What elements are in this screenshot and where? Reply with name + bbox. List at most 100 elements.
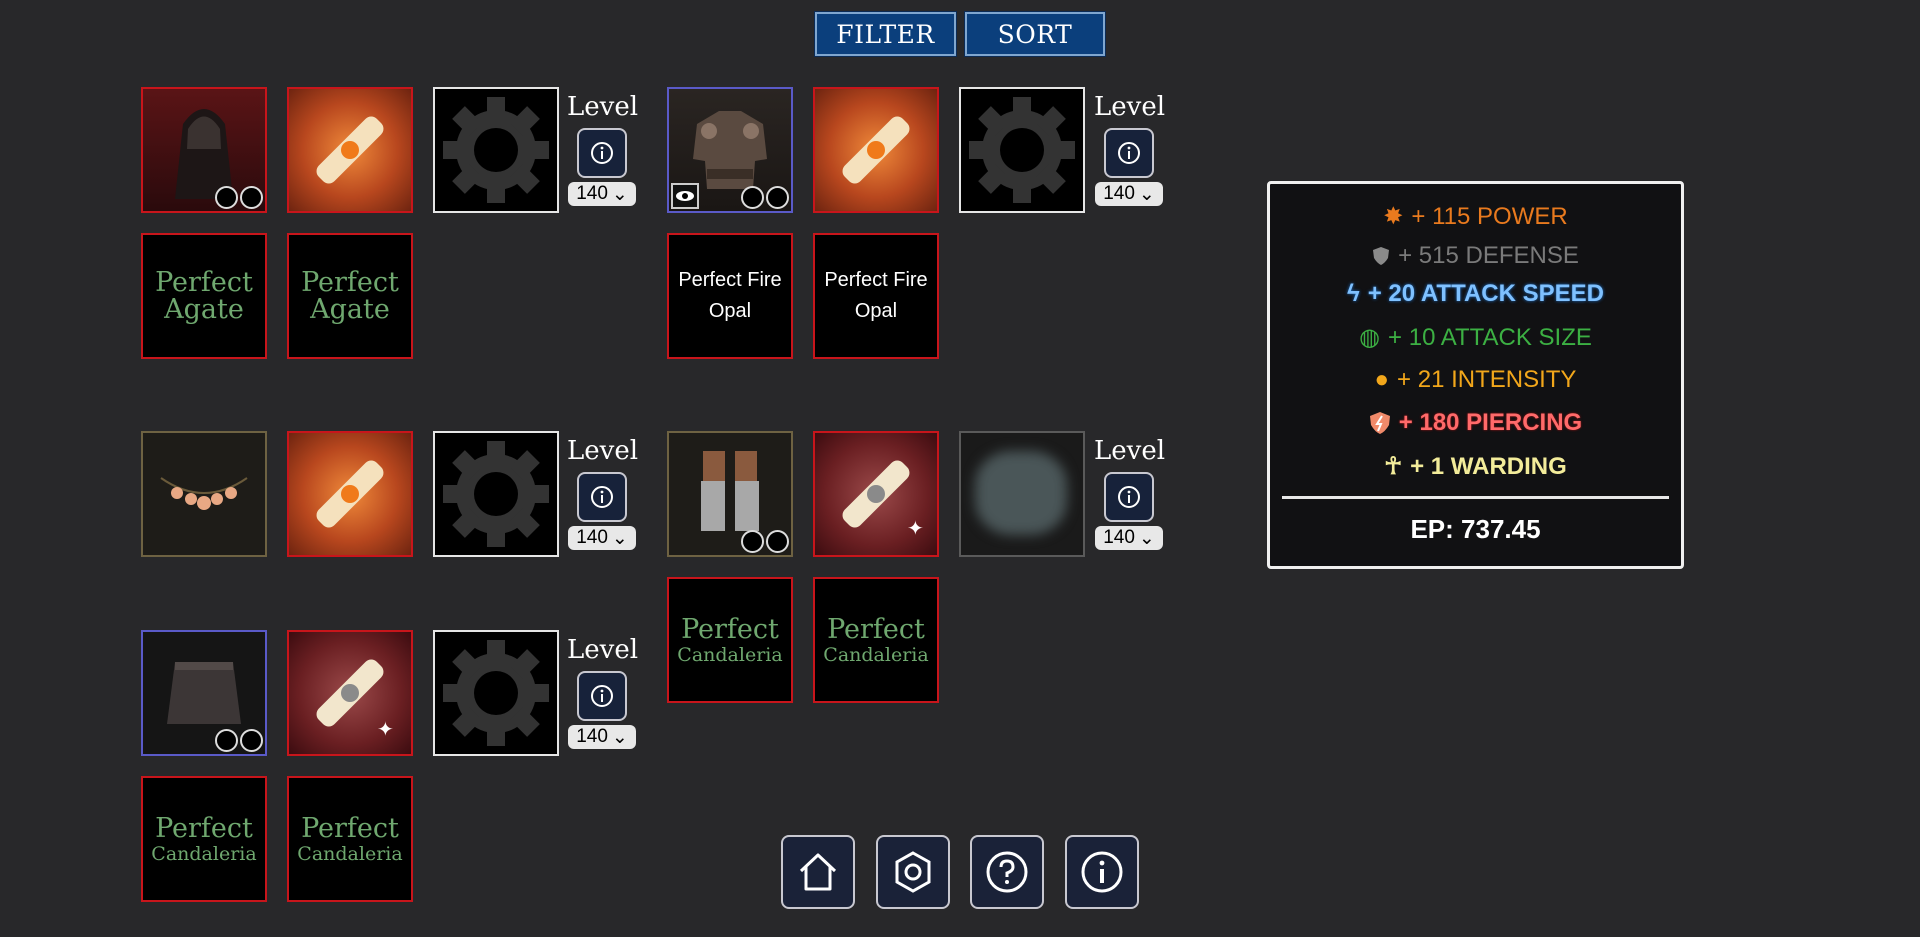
intensity-fist-icon: ●	[1374, 366, 1390, 393]
gem-quality: Perfect	[301, 267, 399, 298]
pants-item-slot[interactable]	[141, 630, 267, 756]
level-select[interactable]: 140 ⌄	[568, 526, 636, 550]
level-select[interactable]: 140 ⌄	[1095, 526, 1163, 550]
info-icon	[1118, 486, 1140, 508]
power-star-icon: ✸	[1383, 203, 1404, 230]
gear-icon	[969, 97, 1075, 203]
level-control: Level 140 ⌄	[1094, 92, 1166, 206]
level-info-button[interactable]	[1104, 128, 1154, 178]
stat-attack-speed: ϟ + 20 ATTACK SPEED	[1270, 280, 1681, 308]
level-control: Level 140 ⌄	[1094, 436, 1166, 550]
svg-text:✦: ✦	[907, 518, 924, 540]
gear-icon	[443, 640, 549, 746]
level-control: Level 140 ⌄	[567, 436, 638, 550]
gem-slot-candaleria[interactable]: Perfect Candaleria	[667, 577, 793, 703]
ep-total: EP: 737.45	[1410, 514, 1541, 544]
blurred-item-slot[interactable]	[959, 431, 1085, 557]
level-info-button[interactable]	[1104, 472, 1154, 522]
gear-slot[interactable]	[433, 630, 559, 756]
gem-slot-fire-opal[interactable]: Perfect Fire Opal	[667, 233, 793, 359]
level-control: Level 140 ⌄	[567, 92, 638, 206]
sort-button[interactable]: SORT	[964, 11, 1106, 57]
stat-warding: ☥ + 1 WARDING	[1270, 452, 1681, 481]
enchant-scroll-slot[interactable]	[813, 87, 939, 213]
gear-icon	[443, 441, 549, 547]
svg-text:✦: ✦	[377, 719, 394, 741]
preview-eye-icon[interactable]	[671, 183, 699, 209]
level-select[interactable]: 140 ⌄	[568, 182, 636, 206]
boots-item-slot[interactable]	[667, 431, 793, 557]
stats-divider	[1282, 496, 1669, 499]
planet-icon: ◍	[1359, 324, 1381, 351]
info-icon	[591, 486, 613, 508]
level-select-value: 140	[576, 527, 608, 548]
stat-defense-value: + 515 DEFENSE	[1398, 242, 1579, 269]
stat-defense: + 515 DEFENSE	[1270, 242, 1681, 270]
scroll-icon: ✦	[316, 659, 394, 741]
gem-quality: Perfect	[301, 812, 399, 844]
necklace-item-slot[interactable]	[141, 431, 267, 557]
level-label: Level	[567, 635, 639, 665]
enchant-scroll-slot[interactable]	[287, 87, 413, 213]
gem-name: Candaleria	[823, 643, 929, 666]
gear-slot[interactable]	[433, 87, 559, 213]
enchant-scroll-slot[interactable]: ✦	[813, 431, 939, 557]
level-info-button[interactable]	[577, 128, 627, 178]
gem-name: Perfect Fire Opal	[824, 269, 928, 322]
gem-quality: Perfect	[827, 613, 925, 645]
gem-slot-agate[interactable]: Perfect Agate	[287, 233, 413, 359]
stat-attack-size-value: + 10 ATTACK SIZE	[1388, 323, 1592, 351]
ankh-icon: ☥	[1384, 453, 1403, 480]
gem-name: Candaleria	[151, 842, 257, 865]
gem-slot-fire-opal[interactable]: Perfect Fire Opal	[813, 233, 939, 359]
chest-armor-item-slot[interactable]	[667, 87, 793, 213]
chevron-down-icon: ⌄	[1138, 527, 1155, 549]
home-button[interactable]	[781, 835, 855, 909]
settings-button[interactable]	[876, 835, 950, 909]
piercing-shield-icon	[1369, 412, 1390, 434]
blurred-item-icon	[975, 451, 1067, 535]
gem-name: Agate	[164, 294, 244, 325]
stat-power-value: + 115 POWER	[1411, 202, 1568, 230]
gem-slot-agate[interactable]: Perfect Agate	[141, 233, 267, 359]
filter-button[interactable]: FILTER	[814, 11, 957, 57]
stat-warding-value: + 1 WARDING	[1410, 452, 1567, 480]
settings-hexagon-icon	[895, 851, 931, 893]
stat-piercing: + 180 PIERCING	[1270, 409, 1681, 437]
gem-quality: Perfect	[681, 613, 779, 645]
gem-quality: Perfect	[155, 812, 253, 844]
enchant-scroll-slot[interactable]	[287, 431, 413, 557]
socket-indicators	[741, 186, 789, 209]
info-icon	[591, 142, 613, 164]
gear-icon	[443, 97, 549, 203]
scroll-icon: ✦	[842, 460, 924, 540]
gear-slot[interactable]	[959, 87, 1085, 213]
enchant-scroll-slot[interactable]: ✦	[287, 630, 413, 756]
level-label: Level	[1094, 436, 1166, 466]
help-button[interactable]	[970, 835, 1044, 909]
stat-attack-size: ◍ + 10 ATTACK SIZE	[1270, 323, 1681, 352]
shield-icon	[1373, 247, 1390, 265]
gear-slot[interactable]	[433, 431, 559, 557]
chevron-down-icon: ⌄	[611, 183, 628, 205]
chevron-down-icon: ⌄	[1138, 183, 1155, 205]
gem-quality: Perfect	[155, 267, 253, 298]
level-select[interactable]: 140 ⌄	[1095, 182, 1163, 206]
gem-slot-candaleria[interactable]: Perfect Candaleria	[141, 776, 267, 902]
level-select-value: 140	[1103, 183, 1135, 204]
gem-name: Candaleria	[677, 643, 783, 666]
level-label: Level	[1094, 92, 1166, 122]
necklace-icon	[160, 477, 248, 510]
socket-indicators	[741, 530, 789, 553]
level-info-button[interactable]	[577, 472, 627, 522]
gem-slot-candaleria[interactable]: Perfect Candaleria	[287, 776, 413, 902]
stat-intensity-value: + 21 INTENSITY	[1397, 366, 1577, 393]
cloak-item-slot[interactable]	[141, 87, 267, 213]
level-select-value: 140	[576, 726, 608, 747]
info-button[interactable]	[1065, 835, 1139, 909]
level-select[interactable]: 140 ⌄	[568, 725, 636, 749]
help-icon	[986, 851, 1028, 893]
gem-slot-candaleria[interactable]: Perfect Candaleria	[813, 577, 939, 703]
home-icon	[799, 853, 837, 891]
level-info-button[interactable]	[577, 671, 627, 721]
